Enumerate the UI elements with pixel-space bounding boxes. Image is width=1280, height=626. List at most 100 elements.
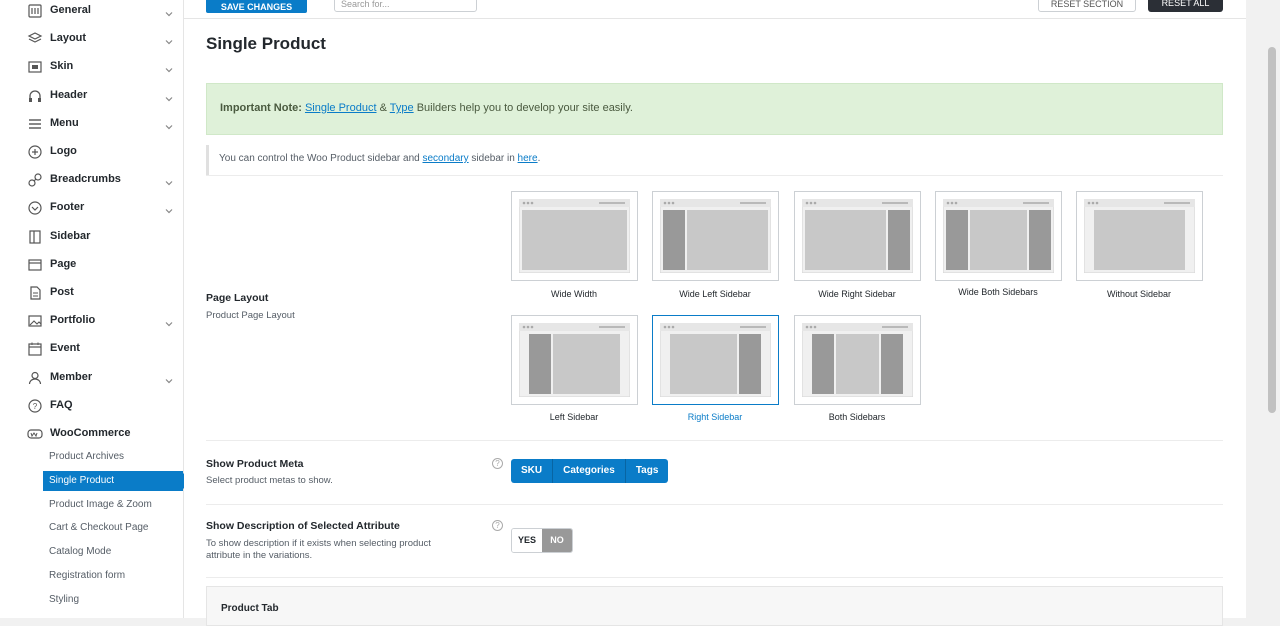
layout-preview-right-sidebar bbox=[660, 323, 771, 397]
help-icon[interactable]: ? bbox=[492, 458, 503, 469]
save-changes-button[interactable]: SAVE CHANGES bbox=[206, 0, 307, 13]
submenu-item-single-product[interactable]: Single Product bbox=[43, 470, 191, 491]
reset-all-button[interactable]: RESET ALL bbox=[1148, 0, 1223, 12]
submenu-item-product-image-zoom[interactable]: Product Image & Zoom bbox=[43, 495, 183, 515]
layout-option-wide-right-sidebar[interactable] bbox=[794, 191, 921, 281]
submenu-item-catalog-mode[interactable]: Catalog Mode bbox=[43, 542, 183, 562]
sidebar-item-label: Page bbox=[50, 257, 77, 270]
chevron-down-icon[interactable] bbox=[164, 203, 174, 214]
sidebar-item-logo[interactable]: Logo bbox=[0, 138, 183, 166]
sidebar-item-event[interactable]: Event bbox=[0, 335, 183, 363]
sidebar-item-portfolio[interactable]: Portfolio bbox=[0, 307, 183, 335]
important-note: Important Note: Single Product & Type Bu… bbox=[206, 83, 1223, 135]
help-icon[interactable]: ? bbox=[492, 520, 503, 531]
meta-tags-button[interactable]: Tags bbox=[625, 459, 669, 483]
toggle-no-button[interactable]: NO bbox=[542, 529, 572, 552]
post-icon bbox=[27, 285, 43, 301]
sidebar-item-woocommerce[interactable]: WooCommerce bbox=[0, 420, 183, 448]
chevron-down-icon[interactable] bbox=[164, 34, 174, 45]
sidebar-item-faq[interactable]: ? FAQ bbox=[0, 392, 183, 420]
submenu-item-registration-form[interactable]: Registration form bbox=[43, 566, 183, 586]
secondary-link[interactable]: secondary bbox=[422, 153, 468, 164]
sidebar-info: You can control the Woo Product sidebar … bbox=[206, 145, 1223, 175]
toggle-yes-button[interactable]: YES bbox=[512, 529, 542, 552]
type-link[interactable]: Type bbox=[390, 102, 414, 114]
info-text: You can control the Woo Product sidebar … bbox=[219, 153, 540, 164]
submenu-item-product-archives[interactable]: Product Archives bbox=[43, 447, 183, 467]
submenu-item-styling[interactable]: Styling bbox=[43, 590, 183, 610]
layout-option-both-sidebars[interactable] bbox=[794, 315, 921, 405]
layout-option-wide-both-sidebars[interactable] bbox=[935, 191, 1062, 281]
sidebar-item-label: Logo bbox=[50, 145, 77, 157]
layout-option-without-sidebar[interactable] bbox=[1076, 191, 1203, 281]
scrollbar-thumb[interactable] bbox=[1268, 47, 1276, 413]
portfolio-icon bbox=[27, 313, 43, 329]
layout-option-left-sidebar[interactable] bbox=[511, 315, 638, 405]
chevron-down-icon[interactable] bbox=[164, 6, 174, 17]
link-icon bbox=[27, 172, 43, 188]
description-attr-title: Show Description of Selected Attribute bbox=[206, 520, 400, 532]
page-layout-title: Page Layout bbox=[206, 292, 269, 304]
submenu-item-label: Cart & Checkout Page bbox=[49, 522, 149, 534]
sidebar-item-label: Footer bbox=[50, 201, 85, 214]
sidebar-item-label: WooCommerce bbox=[50, 427, 131, 439]
sidebar-item-breadcrumbs[interactable]: Breadcrumbs bbox=[0, 166, 183, 194]
sidebar-item-label: General bbox=[50, 4, 91, 16]
layers-icon bbox=[27, 31, 43, 47]
chevron-down-icon[interactable] bbox=[164, 62, 174, 73]
sidebar-item-page[interactable]: Page bbox=[0, 251, 183, 279]
divider bbox=[206, 175, 1223, 176]
chevron-down-icon[interactable] bbox=[164, 175, 174, 186]
desc-line1: To show description if it exists when se… bbox=[206, 538, 431, 549]
chevron-down-icon[interactable] bbox=[164, 91, 174, 101]
sidebar-item-post[interactable]: Post bbox=[0, 279, 183, 307]
sidebar-item-member[interactable]: Member bbox=[0, 364, 183, 392]
submenu-item-label: Single Product bbox=[49, 474, 115, 486]
description-attr-desc: To show description if it exists when se… bbox=[206, 538, 431, 562]
sidebar-item-label: Event bbox=[50, 342, 80, 355]
reset-section-button[interactable]: RESET SECTION bbox=[1038, 0, 1136, 12]
sidebar-icon bbox=[27, 229, 43, 245]
product-meta-title: Show Product Meta bbox=[206, 458, 304, 470]
layout-option-wide-width[interactable] bbox=[511, 191, 638, 281]
submenu-item-cart-checkout-page[interactable]: Cart & Checkout Page bbox=[43, 518, 183, 538]
sidebar-item-layout[interactable]: Layout bbox=[0, 25, 183, 53]
sidebar-item-sidebar[interactable]: Sidebar bbox=[0, 223, 183, 251]
product-meta-selector: SKU Categories Tags bbox=[511, 459, 669, 483]
sidebar-item-label: Skin bbox=[50, 60, 74, 73]
chevron-down-icon[interactable] bbox=[164, 119, 174, 130]
main-panel: SAVE CHANGES Search for... RESET SECTION… bbox=[184, 0, 1246, 626]
settings-sidebar: General Layout Skin Header Menu Logo Breadcrum… bbox=[0, 0, 191, 618]
skin-icon bbox=[27, 59, 43, 75]
sidebar-item-header[interactable]: Header bbox=[0, 82, 183, 110]
layout-option-label: Wide Width bbox=[550, 289, 597, 299]
note-suffix: Builders help you to develop your site e… bbox=[416, 102, 633, 114]
svg-text:?: ? bbox=[33, 402, 38, 411]
layout-preview-wide-width bbox=[519, 199, 630, 273]
layout-option-label: Left Sidebar bbox=[549, 412, 599, 422]
note-prefix: Important Note: bbox=[220, 102, 302, 114]
sidebar-item-skin[interactable]: Skin bbox=[0, 53, 183, 81]
sidebar-item-label: Layout bbox=[50, 32, 87, 45]
here-link[interactable]: here bbox=[518, 153, 538, 164]
chevron-down-icon[interactable] bbox=[164, 373, 174, 383]
layout-preview-without-sidebar bbox=[1084, 199, 1195, 273]
layout-option-label: Wide Right Sidebar bbox=[818, 289, 896, 299]
meta-categories-button[interactable]: Categories bbox=[553, 459, 626, 483]
meta-sku-button[interactable]: SKU bbox=[511, 459, 554, 483]
layout-option-wide-left-sidebar[interactable] bbox=[652, 191, 779, 281]
sidebar-item-general[interactable]: General bbox=[0, 0, 183, 25]
layout-preview-both-sidebars bbox=[802, 323, 913, 397]
single-product-link[interactable]: Single Product bbox=[305, 102, 377, 114]
layout-option-label: Wide Left Sidebar bbox=[679, 289, 751, 299]
chevron-down-icon[interactable] bbox=[164, 316, 174, 327]
layout-option-right-sidebar[interactable] bbox=[652, 315, 779, 405]
sidebar-item-menu[interactable]: Menu bbox=[0, 110, 183, 138]
description-attr-toggle: YES NO bbox=[511, 528, 573, 553]
search-input[interactable]: Search for... bbox=[334, 0, 477, 12]
info-part2: sidebar in bbox=[471, 153, 515, 164]
submenu-item-label: Catalog Mode bbox=[49, 546, 112, 558]
product-tab-section[interactable]: Product Tab bbox=[206, 586, 1223, 626]
sidebar-item-footer[interactable]: Footer bbox=[0, 194, 183, 222]
layout-option-label: Both Sidebars bbox=[828, 412, 886, 422]
